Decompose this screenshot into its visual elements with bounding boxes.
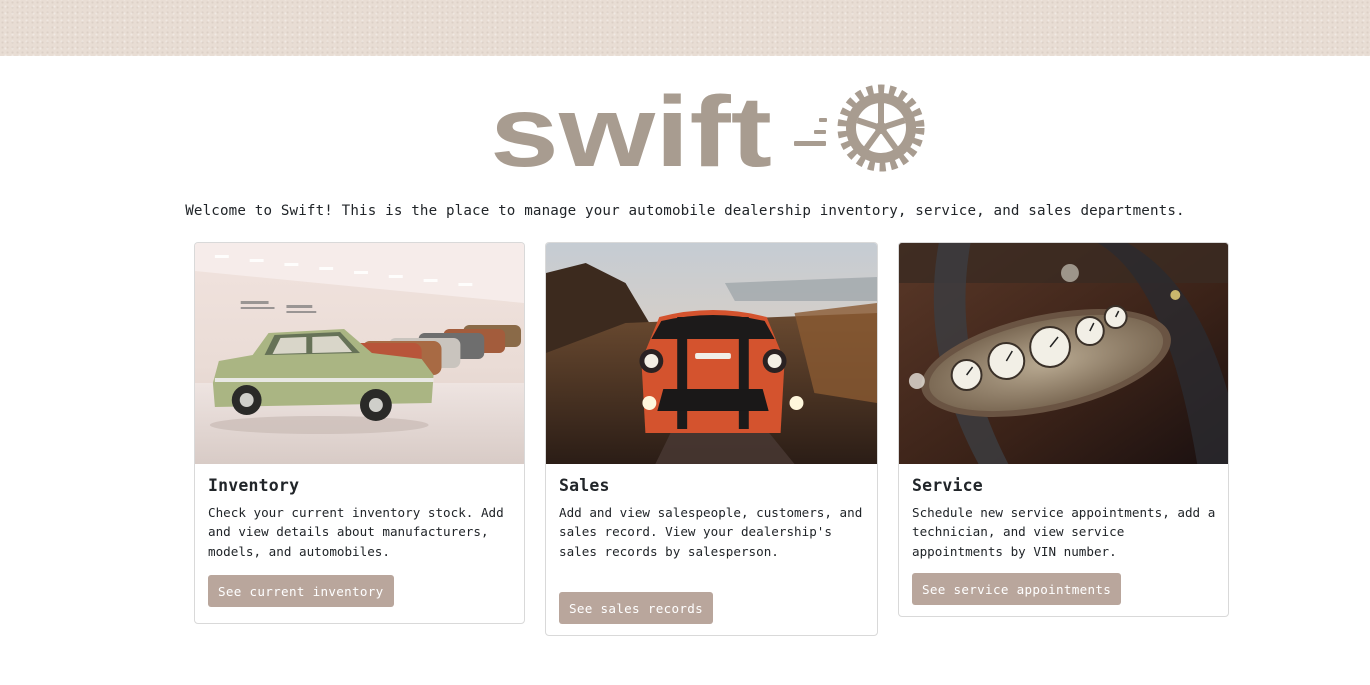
inventory-card: Inventory Check your current inventory s…	[194, 242, 525, 624]
see-current-inventory-button[interactable]: See current inventory	[208, 575, 394, 607]
speed-lines-icon	[794, 118, 827, 146]
welcome-message: Welcome to Swift! This is the place to m…	[185, 203, 1185, 219]
inventory-card-body: Inventory Check your current inventory s…	[208, 476, 512, 561]
sales-card-body: Sales Add and view salespeople, customer…	[559, 476, 865, 561]
sales-card-title: Sales	[559, 476, 610, 495]
logo-wordmark: swift	[490, 80, 772, 176]
top-banner	[0, 0, 1370, 56]
sales-card-image	[546, 243, 877, 464]
service-card-body: Service Schedule new service appointment…	[912, 476, 1216, 561]
sales-card: Sales Add and view salespeople, customer…	[545, 242, 878, 636]
inventory-card-text: Check your current inventory stock. Add …	[208, 505, 504, 559]
service-card-image	[899, 243, 1228, 464]
see-sales-records-button[interactable]: See sales records	[559, 592, 713, 624]
sales-card-text: Add and view salespeople, customers, and…	[559, 505, 863, 559]
service-card-text: Schedule new service appointments, add a…	[912, 505, 1216, 559]
see-service-appointments-button[interactable]: See service appointments	[912, 573, 1122, 605]
wheel-gear-icon	[837, 84, 925, 172]
swift-logo[interactable]: swift	[488, 80, 932, 176]
service-card: Service Schedule new service appointment…	[898, 242, 1229, 617]
inventory-card-title: Inventory	[208, 476, 300, 495]
service-card-title: Service	[912, 476, 983, 495]
inventory-card-image	[195, 243, 524, 464]
